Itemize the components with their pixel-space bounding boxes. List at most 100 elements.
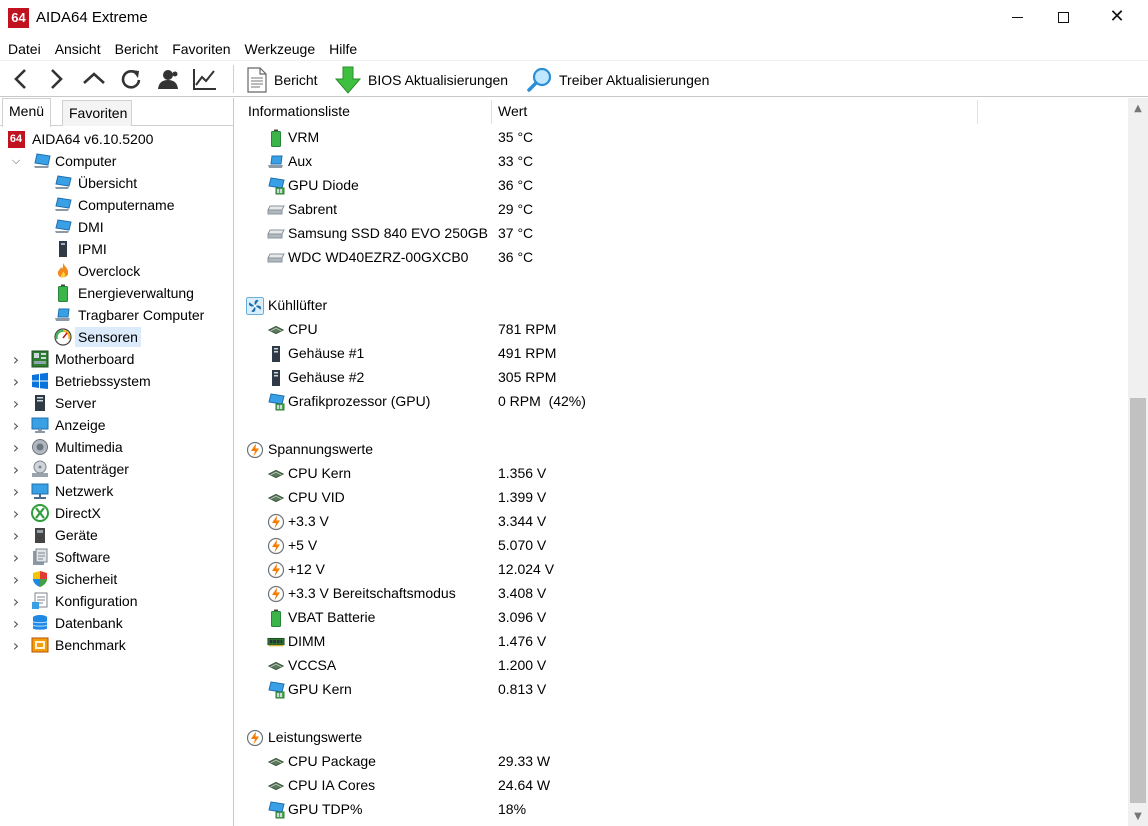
chevron-right-icon[interactable]: › xyxy=(10,504,22,523)
list-group-header[interactable]: Kühllüfter xyxy=(241,294,1128,318)
refresh-button[interactable] xyxy=(118,66,144,92)
menu-datei[interactable]: Datei xyxy=(0,38,48,60)
list-item[interactable]: Sabrent 29 °C xyxy=(241,198,1128,222)
list-item[interactable]: CPU VID 1.399 V xyxy=(241,486,1128,510)
list-item[interactable]: DIMM 1.476 V xyxy=(241,630,1128,654)
tree-item-dmi[interactable]: DMI xyxy=(0,216,234,238)
list-item[interactable]: GPU Kern 0.813 V xyxy=(241,678,1128,702)
list-item[interactable]: CPU Kern 1.356 V xyxy=(241,462,1128,486)
menu-werkzeuge[interactable]: Werkzeuge xyxy=(238,38,323,60)
tree-item-u-bersicht[interactable]: Übersicht xyxy=(0,172,234,194)
list-item[interactable]: Aux 33 °C xyxy=(241,150,1128,174)
tree-item-datentra-ger[interactable]: › Datenträger xyxy=(0,458,234,480)
close-button[interactable]: ✕ xyxy=(1094,0,1140,34)
tree-item-server[interactable]: › Server xyxy=(0,392,234,414)
back-button[interactable] xyxy=(8,66,34,92)
list-item[interactable]: Gehäuse #1 491 RPM xyxy=(241,342,1128,366)
chevron-right-icon[interactable]: › xyxy=(10,570,22,589)
chevron-right-icon[interactable]: › xyxy=(10,438,22,457)
tree-item-sensoren[interactable]: Sensoren xyxy=(0,326,234,348)
list-item[interactable]: VCCSA 1.200 V xyxy=(241,654,1128,678)
list-item[interactable]: +3.3 V 3.344 V xyxy=(241,510,1128,534)
chevron-down-icon[interactable]: ⌵ xyxy=(10,154,22,167)
chevron-right-icon[interactable]: › xyxy=(10,482,22,501)
list-item[interactable]: Samsung SSD 840 EVO 250GB 37 °C xyxy=(241,222,1128,246)
tree-item-tragbarer-computer[interactable]: Tragbarer Computer xyxy=(0,304,234,326)
chevron-right-icon[interactable]: › xyxy=(10,350,22,369)
column-divider[interactable] xyxy=(491,100,492,124)
vertical-scrollbar[interactable]: ▲ ▼ xyxy=(1128,98,1148,826)
list-item[interactable]: CPU IA Cores 24.64 W xyxy=(241,774,1128,798)
tree-item-betriebssystem[interactable]: › Betriebssystem xyxy=(0,370,234,392)
tab-favorites[interactable]: Favoriten xyxy=(62,100,132,126)
menu-favoriten[interactable]: Favoriten xyxy=(165,38,237,60)
column-info-header[interactable]: Informationsliste xyxy=(248,103,350,119)
scrollbar-thumb[interactable] xyxy=(1130,398,1146,803)
chart-button[interactable] xyxy=(192,66,218,92)
chevron-right-icon[interactable]: › xyxy=(10,614,22,633)
list-item[interactable]: +12 V 12.024 V xyxy=(241,558,1128,582)
tree-item-overclock[interactable]: Overclock xyxy=(0,260,234,282)
scroll-down-button[interactable]: ▼ xyxy=(1128,806,1148,826)
chevron-right-icon[interactable]: › xyxy=(10,548,22,567)
list-item[interactable]: GPU Diode 36 °C xyxy=(241,174,1128,198)
menu-ansicht[interactable]: Ansicht xyxy=(48,38,108,60)
tree-item-computer[interactable]: ⌵ Computer xyxy=(0,150,234,172)
list-item[interactable]: CPU Package 29.33 W xyxy=(241,750,1128,774)
report-button[interactable]: Bericht xyxy=(246,65,318,94)
tree-item-motherboard[interactable]: › Motherboard xyxy=(0,348,234,370)
tree-item-label: DirectX xyxy=(55,505,101,521)
list-item[interactable]: CPU 781 RPM xyxy=(241,318,1128,342)
chevron-right-icon[interactable]: › xyxy=(10,460,22,479)
list-group-header[interactable]: Leistungswerte xyxy=(241,726,1128,750)
tree-item-netzwerk[interactable]: › Netzwerk xyxy=(0,480,234,502)
tree-item-datenbank[interactable]: › Datenbank xyxy=(0,612,234,634)
tree-item-label: Overclock xyxy=(78,263,141,279)
column-divider[interactable] xyxy=(977,100,978,124)
tree-item-multimedia[interactable]: › Multimedia xyxy=(0,436,234,458)
user-button[interactable] xyxy=(155,66,181,92)
tree-item-benchmark[interactable]: › Benchmark xyxy=(0,634,234,656)
tree-item-ipmi[interactable]: IPMI xyxy=(0,238,234,260)
chevron-right-icon[interactable]: › xyxy=(10,416,22,435)
tree-item-gera-te[interactable]: › Geräte xyxy=(0,524,234,546)
list-group-header[interactable]: Spannungswerte xyxy=(241,438,1128,462)
list-item[interactable]: +3.3 V Bereitschaftsmodus 3.408 V xyxy=(241,582,1128,606)
tree-item-energieverwaltung[interactable]: Energieverwaltung xyxy=(0,282,234,304)
list-item[interactable]: Gehäuse #2 305 RPM xyxy=(241,366,1128,390)
tree-item-sicherheit[interactable]: › Sicherheit xyxy=(0,568,234,590)
case-icon xyxy=(267,369,285,387)
list-item[interactable]: VRM 35 °C xyxy=(241,126,1128,150)
tree-item-directx[interactable]: › DirectX xyxy=(0,502,234,524)
voltage-icon xyxy=(267,537,285,555)
bios-update-button[interactable]: BIOS Aktualisierungen xyxy=(334,65,508,94)
list-item[interactable]: GPU TDP% 18% xyxy=(241,798,1128,822)
minimize-button[interactable] xyxy=(994,0,1040,34)
report-label: Bericht xyxy=(274,71,318,88)
scroll-up-button[interactable]: ▲ xyxy=(1128,98,1148,118)
tree-item-anzeige[interactable]: › Anzeige xyxy=(0,414,234,436)
list-item[interactable]: WDC WD40EZRZ-00GXCB0 36 °C xyxy=(241,246,1128,270)
chevron-right-icon[interactable]: › xyxy=(10,636,22,655)
list-item[interactable]: Grafikprozessor (GPU) 0 RPM (42%) xyxy=(241,390,1128,414)
tab-menu[interactable]: Menü xyxy=(2,98,52,127)
menu-bericht[interactable]: Bericht xyxy=(108,38,166,60)
maximize-button[interactable] xyxy=(1040,0,1086,34)
chevron-right-icon[interactable]: › xyxy=(10,592,22,611)
column-value-header[interactable]: Wert xyxy=(498,103,527,119)
chevron-right-icon[interactable]: › xyxy=(10,372,22,391)
tree-item-konfiguration[interactable]: › Konfiguration xyxy=(0,590,234,612)
tree-item-root[interactable]: 64 AIDA64 v6.10.5200 xyxy=(0,128,234,150)
up-button[interactable] xyxy=(81,66,107,92)
menu-hilfe[interactable]: Hilfe xyxy=(322,38,364,60)
list-item[interactable]: VBAT Batterie 3.096 V xyxy=(241,606,1128,630)
chevron-right-icon[interactable]: › xyxy=(10,394,22,413)
chevron-right-icon[interactable]: › xyxy=(10,526,22,545)
tree-item-software[interactable]: › Software xyxy=(0,546,234,568)
tree-item-label: Netzwerk xyxy=(55,483,114,499)
cpu-icon xyxy=(267,465,285,483)
tree-item-computername[interactable]: Computername xyxy=(0,194,234,216)
list-item[interactable]: +5 V 5.070 V xyxy=(241,534,1128,558)
driver-update-button[interactable]: Treiber Aktualisierungen xyxy=(527,65,709,94)
forward-button[interactable] xyxy=(43,66,69,92)
